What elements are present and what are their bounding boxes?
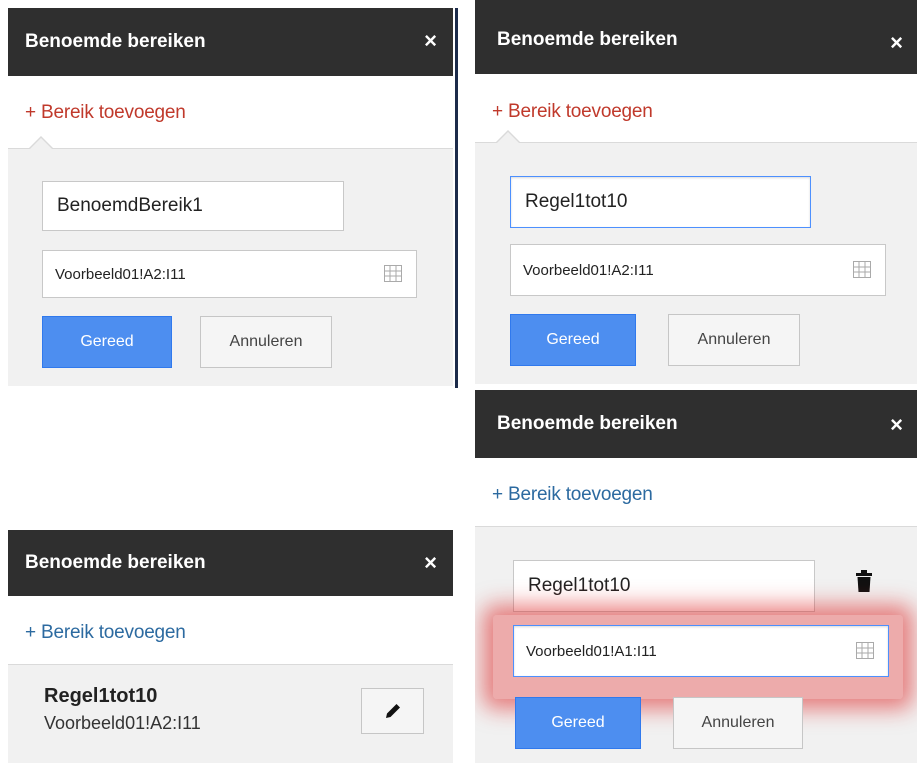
named-ranges-panel-3: Benoemde bereiken × + Bereik toevoegen R… [8, 530, 453, 763]
named-ranges-panel-4: Benoemde bereiken × + Bereik toevoegen R… [475, 390, 917, 763]
panel-title: Benoemde bereiken [25, 552, 206, 573]
add-range-bar: + Bereik toevoegen [8, 596, 453, 665]
range-name-value: Regel1tot10 [525, 191, 628, 212]
named-range-reference: Voorbeeld01!A2:I11 [44, 713, 201, 733]
close-icon[interactable]: × [890, 32, 903, 54]
named-range-name: Regel1tot10 [44, 685, 158, 707]
add-range-link[interactable]: + Bereik toevoegen [492, 484, 653, 506]
range-reference-value: Voorbeeld01!A2:I11 [523, 261, 654, 279]
add-range-bar: + Bereik toevoegen [475, 74, 917, 143]
panel-title: Benoemde bereiken [25, 31, 206, 52]
caret-inner [496, 132, 520, 144]
add-range-bar: + Bereik toevoegen [8, 76, 453, 149]
panel-header: Benoemde bereiken × [8, 530, 453, 596]
done-button[interactable]: Gereed [510, 314, 636, 366]
close-icon[interactable]: × [424, 30, 437, 52]
done-button[interactable]: Gereed [515, 697, 641, 749]
cancel-button[interactable]: Annuleren [668, 314, 800, 366]
pencil-icon [385, 704, 400, 718]
range-reference-input[interactable]: Voorbeeld01!A2:I11 [42, 250, 417, 298]
add-range-bar: + Bereik toevoegen [475, 458, 917, 527]
add-range-link[interactable]: + Bereik toevoegen [25, 102, 186, 124]
grid-icon[interactable] [856, 642, 874, 659]
caret-inner [29, 138, 53, 150]
grid-icon[interactable] [384, 265, 402, 282]
add-range-link[interactable]: + Bereik toevoegen [25, 622, 186, 644]
edit-area: Regel1tot10 Voorbeeld01!A1:I11 Gereed An… [475, 527, 917, 763]
panel-header: Benoemde bereiken × [475, 390, 917, 458]
range-reference-input[interactable]: Voorbeeld01!A2:I11 [510, 244, 886, 296]
panel-header: Benoemde bereiken × [475, 0, 917, 74]
range-reference-value: Voorbeeld01!A1:I11 [526, 642, 657, 660]
panel-title: Benoemde bereiken [497, 413, 678, 434]
named-range-item[interactable]: Regel1tot10 Voorbeeld01!A2:I11 [8, 665, 453, 763]
edit-button[interactable] [361, 688, 424, 734]
range-reference-input[interactable]: Voorbeeld01!A1:I11 [513, 625, 889, 677]
close-icon[interactable]: × [424, 552, 437, 574]
range-name-value: BenoemdBereik1 [57, 195, 203, 216]
cancel-button[interactable]: Annuleren [200, 316, 332, 368]
range-name-input[interactable]: BenoemdBereik1 [42, 181, 344, 231]
edit-area: BenoemdBereik1 Voorbeeld01!A2:I11 Gereed… [8, 149, 453, 386]
done-button[interactable]: Gereed [42, 316, 172, 368]
range-name-input[interactable]: Regel1tot10 [513, 560, 815, 612]
named-ranges-panel-2: Benoemde bereiken × + Bereik toevoegen R… [475, 0, 917, 384]
range-name-value: Regel1tot10 [528, 575, 631, 596]
edit-area: Regel1tot10 Voorbeeld01!A2:I11 Gereed An… [475, 143, 917, 384]
separator [455, 8, 458, 388]
add-range-link[interactable]: + Bereik toevoegen [492, 101, 653, 123]
panel-header: Benoemde bereiken × [8, 8, 453, 76]
range-name-input[interactable]: Regel1tot10 [510, 176, 811, 228]
cancel-button[interactable]: Annuleren [673, 697, 803, 749]
close-icon[interactable]: × [890, 414, 903, 436]
named-ranges-panel-1: Benoemde bereiken × + Bereik toevoegen B… [8, 8, 453, 386]
named-range-list: Regel1tot10 Voorbeeld01!A2:I11 [8, 665, 453, 763]
panel-title: Benoemde bereiken [497, 29, 678, 50]
grid-icon[interactable] [853, 261, 871, 278]
trash-icon[interactable] [856, 570, 872, 592]
range-reference-value: Voorbeeld01!A2:I11 [55, 265, 186, 283]
